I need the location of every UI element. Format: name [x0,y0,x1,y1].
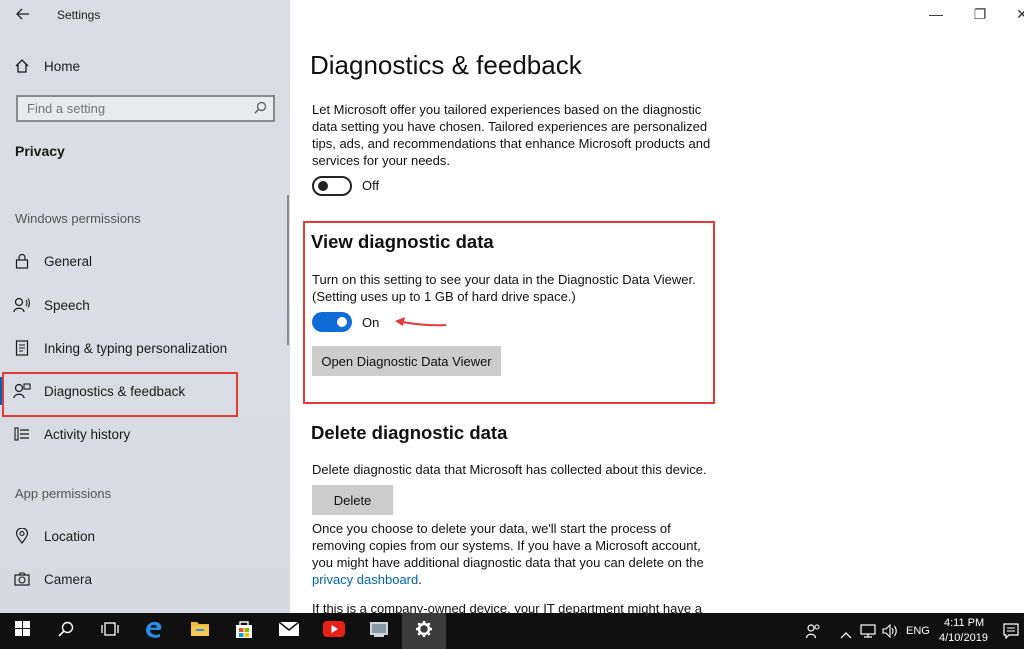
sidebar-item-label: General [44,253,93,269]
delete-diagnostic-text: Delete diagnostic data that Microsoft ha… [312,462,707,477]
settings-icon [415,620,433,643]
tailored-experiences-text: Let Microsoft offer you tailored experie… [312,102,711,168]
task-view-button[interactable] [88,613,132,649]
sidebar-item-camera[interactable]: Camera [0,559,290,599]
delete-info-text: Once you choose to delete your data, we'… [312,520,724,588]
view-diagnostic-text: Turn on this setting to see your data in… [312,272,696,304]
tailored-toggle-label: Off [362,178,380,193]
sidebar-item-location[interactable]: Location [0,516,290,556]
inking-icon [0,340,44,356]
view-toggle-label: On [362,315,380,330]
mail-icon [278,620,300,642]
app-title: Settings [57,8,101,22]
speech-icon [0,297,44,313]
annotation-arrow-icon [395,317,447,327]
app-icon [368,620,390,643]
sidebar: Settings Home Privacy Windows permission… [0,0,290,613]
language-indicator[interactable]: ENG [906,625,930,637]
windows-permissions-header: Windows permissions [15,211,141,226]
delete-button[interactable]: Delete [312,485,393,515]
file-explorer-icon [190,620,210,642]
delete-info-body: Once you choose to delete your data, we'… [312,521,704,570]
search-box[interactable] [16,95,275,122]
sidebar-item-label: Location [44,528,96,544]
privacy-dashboard-link[interactable]: privacy dashboard [312,572,418,587]
sidebar-item-label: Camera [44,571,93,587]
edge-icon [144,619,164,644]
lock-icon [0,253,44,269]
app-button[interactable] [357,613,401,649]
app-permissions-header: App permissions [15,486,112,501]
sidebar-item-label: Inking & typing personalization [44,340,228,356]
page-title: Diagnostics & feedback [310,50,582,80]
view-diagnostic-toggle[interactable] [312,312,352,332]
network-icon[interactable] [860,624,876,643]
sidebar-item-speech[interactable]: Speech [0,285,290,325]
annotation-highlight-sidebar [2,372,238,417]
camera-icon [0,572,44,586]
mail-button[interactable] [267,613,311,649]
edge-button[interactable] [132,613,176,649]
minimize-button[interactable]: — [921,6,951,22]
youtube-button[interactable] [312,613,356,649]
sidebar-scrollbar[interactable] [287,195,289,345]
sidebar-item-activity-history[interactable]: Activity history [0,414,290,454]
search-icon [58,621,74,642]
view-diagnostic-heading: View diagnostic data [311,231,494,252]
sidebar-titlebar: Settings [0,0,290,32]
start-button[interactable] [0,613,44,649]
cutoff-text: If this is a company-owned device, your … [312,604,732,613]
home-icon [0,58,44,74]
sidebar-item-label: Home [44,58,81,74]
search-input[interactable] [18,97,243,120]
sidebar-item-inking[interactable]: Inking & typing personalization [0,328,290,368]
settings-button[interactable] [402,613,446,649]
sidebar-item-label: Activity history [44,426,131,442]
tailored-experiences-toggle[interactable] [312,176,352,196]
sidebar-item-general[interactable]: General [0,241,290,281]
delete-diagnostic-heading: Delete diagnostic data [311,422,508,443]
maximize-button[interactable]: ❐ [965,6,995,23]
close-button[interactable]: ✕ [1007,6,1024,23]
delete-info-end: . [418,572,422,587]
store-icon [234,619,254,644]
back-arrow-icon[interactable] [10,4,36,28]
main-content: — ❐ ✕ Diagnostics & feedback Let Microso… [290,0,1024,613]
taskbar: ENG 4:11 PM 4/10/2019 [0,613,1024,649]
taskbar-search-button[interactable] [44,613,88,649]
sidebar-item-label: Speech [44,297,90,313]
people-icon[interactable] [805,623,822,644]
chevron-up-icon[interactable] [840,626,852,644]
clock-time[interactable]: 4:11 PM [944,617,984,629]
location-icon [0,528,44,544]
youtube-icon [323,620,345,642]
clock-date[interactable]: 4/10/2019 [939,632,988,644]
cutoff-text-body: If this is a company-owned device, your … [312,604,702,613]
section-title: Privacy [15,143,65,159]
activity-icon [0,426,44,442]
search-icon[interactable] [254,101,267,119]
toggle-knob [318,181,328,191]
store-button[interactable] [222,613,266,649]
action-center-icon[interactable] [1003,623,1019,644]
start-icon [14,621,30,641]
file-explorer-button[interactable] [178,613,222,649]
sidebar-item-home[interactable]: Home [0,46,290,86]
toggle-knob [337,317,347,327]
volume-icon[interactable] [882,623,900,643]
task-view-icon [101,621,119,642]
open-diagnostic-viewer-button[interactable]: Open Diagnostic Data Viewer [312,346,501,376]
